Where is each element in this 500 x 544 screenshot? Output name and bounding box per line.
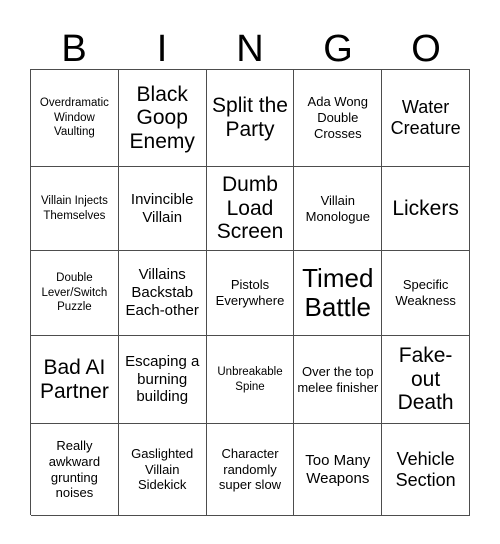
bingo-cell-label: Unbreakable Spine bbox=[217, 365, 283, 393]
bingo-cell[interactable]: Black Goop Enemy bbox=[118, 70, 207, 167]
bingo-cell[interactable]: Unbreakable Spine bbox=[206, 336, 295, 424]
bingo-cell-label: Split the Party bbox=[212, 94, 288, 141]
bingo-grid: Overdramatic Window Vaulting Black Goop … bbox=[30, 69, 470, 516]
bingo-cell-label: Dumb Load Screen bbox=[216, 173, 284, 244]
bingo-cell-label: Black Goop Enemy bbox=[129, 82, 195, 153]
bingo-cell-label: Ada Wong Double Crosses bbox=[307, 94, 369, 141]
bingo-cell[interactable]: Dumb Load Screen bbox=[206, 167, 295, 251]
bingo-cell[interactable]: Villain Injects Themselves bbox=[31, 167, 119, 251]
header-letter-o: O bbox=[411, 28, 441, 70]
bingo-cell-label: Villain Monologue bbox=[305, 192, 370, 224]
bingo-cell[interactable]: Double Lever/Switch Puzzle bbox=[31, 251, 119, 336]
bingo-cell[interactable]: Lickers bbox=[382, 167, 470, 251]
bingo-cell-label: Vehicle Section bbox=[395, 448, 456, 490]
bingo-header: B I N G O bbox=[30, 14, 470, 69]
bingo-cell-label: Too Many Weapons bbox=[305, 451, 371, 487]
bingo-cell[interactable]: Ada Wong Double Crosses bbox=[294, 70, 383, 167]
bingo-cell[interactable]: Timed Battle bbox=[294, 251, 383, 336]
bingo-cell-label: Villain Injects Themselves bbox=[40, 194, 108, 222]
bingo-cell-label: Specific Weakness bbox=[395, 277, 456, 308]
bingo-cell-label: Escaping a burning building bbox=[125, 352, 200, 406]
bingo-cell-label: Lickers bbox=[392, 196, 459, 220]
bingo-cell-label: Pistols Everywhere bbox=[215, 277, 285, 308]
header-letter-g: G bbox=[323, 28, 353, 70]
bingo-cell-label: Overdramatic Window Vaulting bbox=[39, 96, 109, 139]
bingo-cell-label: Bad AI Partner bbox=[39, 355, 109, 403]
bingo-cell[interactable]: Too Many Weapons bbox=[294, 424, 383, 516]
bingo-cell[interactable]: Overdramatic Window Vaulting bbox=[31, 70, 119, 167]
bingo-cell-label: Fake-out Death bbox=[397, 344, 454, 415]
bingo-cell-label: Timed Battle bbox=[302, 263, 374, 322]
bingo-cell[interactable]: Split the Party bbox=[206, 70, 295, 167]
header-letter-b: B bbox=[61, 28, 87, 70]
bingo-cell[interactable]: Pistols Everywhere bbox=[206, 251, 295, 336]
bingo-cell[interactable]: Character randomly super slow bbox=[206, 424, 295, 516]
bingo-cell[interactable]: Gaslighted Villain Sidekick bbox=[118, 424, 207, 516]
bingo-cell-label: Invincible Villain bbox=[130, 190, 194, 226]
bingo-cell-label: Over the top melee finisher bbox=[297, 363, 379, 395]
bingo-cell-label: Really awkward grunting noises bbox=[48, 437, 101, 501]
bingo-card: B I N G O Overdramatic Window Vaulting B… bbox=[0, 0, 500, 544]
bingo-cell[interactable]: Over the top melee finisher bbox=[294, 336, 383, 424]
bingo-cell[interactable]: Bad AI Partner bbox=[31, 336, 119, 424]
bingo-cell[interactable]: Fake-out Death bbox=[382, 336, 470, 424]
bingo-cell[interactable]: Villains Backstab Each-other bbox=[118, 251, 207, 336]
bingo-cell[interactable]: Water Creature bbox=[382, 70, 470, 167]
bingo-cell[interactable]: Vehicle Section bbox=[382, 424, 470, 516]
bingo-cell-label: Villains Backstab Each-other bbox=[125, 266, 199, 319]
header-letter-n: N bbox=[236, 28, 264, 70]
bingo-cell[interactable]: Specific Weakness bbox=[382, 251, 470, 336]
bingo-cell-label: Character randomly super slow bbox=[218, 445, 282, 493]
bingo-cell-label: Water Creature bbox=[390, 97, 461, 138]
bingo-cell[interactable]: Invincible Villain bbox=[118, 167, 207, 251]
bingo-cell-label: Gaslighted Villain Sidekick bbox=[131, 445, 194, 493]
bingo-cell[interactable]: Villain Monologue bbox=[294, 167, 383, 251]
header-letter-i: I bbox=[156, 28, 168, 70]
bingo-cell[interactable]: Really awkward grunting noises bbox=[31, 424, 119, 516]
bingo-cell-label: Double Lever/Switch Puzzle bbox=[41, 271, 108, 314]
bingo-cell[interactable]: Escaping a burning building bbox=[118, 336, 207, 424]
